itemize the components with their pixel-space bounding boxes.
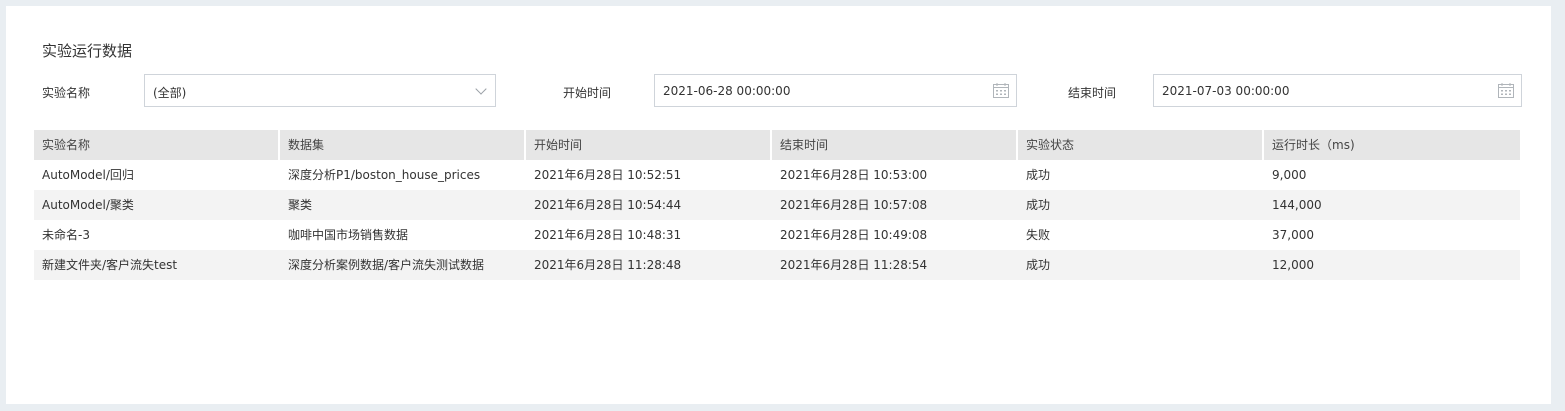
column-header[interactable]: 实验状态 [1018,130,1264,160]
table-cell: 2021年6月28日 10:53:00 [780,168,928,182]
table-cell: 深度分析案例数据/客户流失测试数据 [288,258,485,272]
table-cell: 2021年6月28日 11:28:54 [780,258,928,272]
experiment-name-label: 实验名称 [42,86,91,100]
table-cell: 深度分析P1/boston_house_prices [288,168,481,182]
table-cell: 9,000 [1272,168,1307,182]
table-cell: 144,000 [1272,198,1322,212]
table-row[interactable]: AutoModel/聚类 聚类 2021年6月28日 10:54:44 2021… [34,190,1520,220]
calendar-icon[interactable] [993,83,1009,98]
column-header[interactable]: 开始时间 [526,130,772,160]
column-header[interactable]: 运行时长（ms) [1264,130,1520,160]
table-cell: 聚类 [288,198,313,212]
table-cell: 成功 [1026,198,1051,212]
experiment-name-value: (全部) [153,86,187,100]
column-header[interactable]: 实验名称 [34,130,280,160]
chevron-down-icon [475,83,487,95]
start-time-input[interactable]: 2021-06-28 00:00:00 [654,74,1017,107]
table-cell: 2021年6月28日 10:48:31 [534,228,682,242]
table-cell: 2021年6月28日 10:57:08 [780,198,928,212]
run-data-table: 实验名称 数据集 开始时间 结束时间 实验状态 运行时长（ms) AutoMod… [34,130,1520,280]
table-row[interactable]: 未命名-3 咖啡中国市场销售数据 2021年6月28日 10:48:31 202… [34,220,1520,250]
main-panel: 实验运行数据 实验名称 (全部) 开始时间 2021-06-28 00:00:0… [6,6,1551,404]
start-time-value: 2021-06-28 00:00:00 [663,84,791,98]
table-cell: 2021年6月28日 10:49:08 [780,228,928,242]
table-row[interactable]: AutoModel/回归 深度分析P1/boston_house_prices … [34,160,1520,190]
table-header-row: 实验名称 数据集 开始时间 结束时间 实验状态 运行时长（ms) [34,130,1520,160]
column-header[interactable]: 数据集 [280,130,526,160]
table-cell: 成功 [1026,258,1051,272]
column-header[interactable]: 结束时间 [772,130,1018,160]
table-row[interactable]: 新建文件夹/客户流失test 深度分析案例数据/客户流失测试数据 2021年6月… [34,250,1520,280]
page-title: 实验运行数据 [42,42,133,60]
table-cell: 失败 [1026,228,1051,242]
table-cell: 成功 [1026,168,1051,182]
table-cell: 新建文件夹/客户流失test [42,258,178,272]
end-time-label: 结束时间 [1068,86,1117,100]
table-cell: 咖啡中国市场销售数据 [288,228,409,242]
table-cell: 37,000 [1272,228,1314,242]
table-cell: 2021年6月28日 10:54:44 [534,198,682,212]
table-cell: AutoModel/回归 [42,168,134,182]
table-cell: 2021年6月28日 10:52:51 [534,168,682,182]
table-cell: AutoModel/聚类 [42,198,134,212]
end-time-input[interactable]: 2021-07-03 00:00:00 [1153,74,1522,107]
table-cell: 2021年6月28日 11:28:48 [534,258,682,272]
start-time-label: 开始时间 [563,86,612,100]
table-cell: 12,000 [1272,258,1314,272]
table-cell: 未命名-3 [42,228,90,242]
end-time-value: 2021-07-03 00:00:00 [1162,84,1290,98]
calendar-icon[interactable] [1498,83,1514,98]
experiment-name-select[interactable]: (全部) [144,74,496,107]
